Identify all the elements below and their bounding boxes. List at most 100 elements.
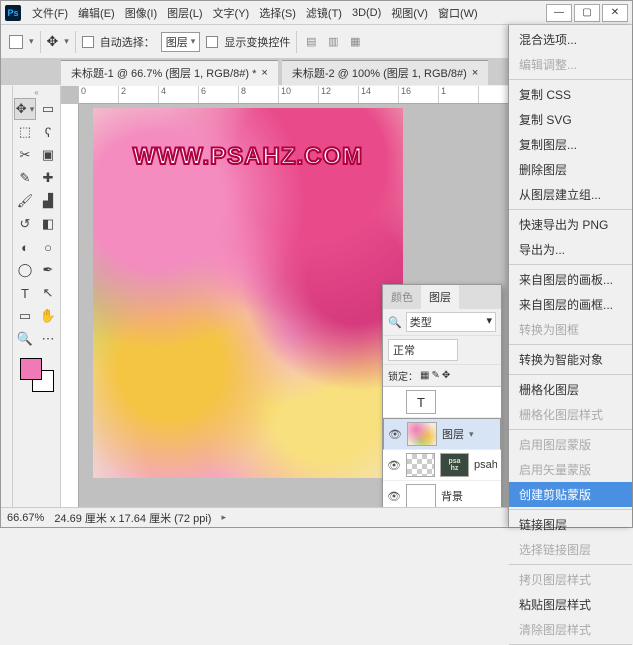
- visibility-icon[interactable]: 👁: [388, 428, 402, 441]
- history-brush-tool[interactable]: ↺: [14, 213, 36, 235]
- lock-row: 锁定：▦✎✥: [383, 365, 501, 387]
- ctx-duplicate-layer[interactable]: 复制图层...: [509, 132, 632, 157]
- layer-filter-type[interactable]: 类型▾: [406, 312, 496, 332]
- crop-tool[interactable]: ✂: [14, 144, 36, 166]
- menu-layer[interactable]: 图层(L): [162, 2, 207, 24]
- lock-pixels-icon[interactable]: ▦: [420, 370, 429, 381]
- stamp-tool[interactable]: ▟: [37, 190, 59, 212]
- menu-file[interactable]: 文件(F): [27, 2, 73, 24]
- canvas[interactable]: WWW.PSAHZ.COM: [93, 108, 403, 478]
- auto-select-target[interactable]: 图层: [161, 32, 201, 52]
- color-swatches[interactable]: [20, 358, 54, 392]
- ctx-select-linked: 选择链接图层: [509, 537, 632, 562]
- menu-image[interactable]: 图像(I): [120, 2, 162, 24]
- ctx-blend-options[interactable]: 混合选项...: [509, 27, 632, 52]
- layer-row-watercolor[interactable]: 👁 图层: [383, 418, 501, 450]
- visibility-icon[interactable]: 👁: [387, 490, 401, 503]
- artboard-tool[interactable]: ▭: [37, 98, 59, 120]
- ctx-artboard-from-layers[interactable]: 来自图层的画板...: [509, 267, 632, 292]
- path-tool[interactable]: ↖: [37, 282, 59, 304]
- ctx-export-as[interactable]: 导出为...: [509, 237, 632, 262]
- layer-thumb-text: T: [406, 390, 436, 414]
- ctx-paste-layer-style[interactable]: 粘贴图层样式: [509, 592, 632, 617]
- frame-tool[interactable]: ▣: [37, 144, 59, 166]
- watermark-text: WWW.PSAHZ.COM: [93, 143, 403, 171]
- menu-filter[interactable]: 滤镜(T): [301, 2, 347, 24]
- ctx-rasterize-style: 栅格化图层样式: [509, 402, 632, 427]
- layer-row-background[interactable]: 👁 背景: [383, 481, 501, 507]
- ctx-rasterize-layer[interactable]: 栅格化图层: [509, 377, 632, 402]
- layer-row-text[interactable]: T: [383, 387, 501, 418]
- align-icon-2[interactable]: ▥: [325, 34, 341, 50]
- menu-view[interactable]: 视图(V): [386, 2, 433, 24]
- auto-select-checkbox[interactable]: [82, 36, 94, 48]
- type-tool[interactable]: T: [14, 282, 36, 304]
- menu-edit[interactable]: 编辑(E): [73, 2, 120, 24]
- tool-preset[interactable]: [9, 35, 23, 49]
- align-icon[interactable]: ▤: [303, 34, 319, 50]
- ctx-convert-smart-object[interactable]: 转换为智能对象: [509, 347, 632, 372]
- gradient-tool[interactable]: ◐: [14, 236, 36, 258]
- shape-tool[interactable]: ▭: [14, 305, 36, 327]
- layer-thumb-bg: [406, 484, 436, 507]
- menu-3d[interactable]: 3D(D): [347, 4, 386, 22]
- show-transform-checkbox[interactable]: [206, 36, 218, 48]
- layers-panel: 颜色 图层 🔍 类型▾ 正常 锁定：▦✎✥ T 👁: [382, 284, 502, 507]
- eraser-tool[interactable]: ◧: [37, 213, 59, 235]
- healing-tool[interactable]: ✚: [37, 167, 59, 189]
- doc-tab-2[interactable]: 未标题-2 @ 100% (图层 1, RGB/8#)×: [282, 60, 488, 85]
- app-logo: Ps: [5, 5, 21, 21]
- doc-tab-1[interactable]: 未标题-1 @ 66.7% (图层 1, RGB/8#) *×: [61, 60, 278, 85]
- menu-window[interactable]: 窗口(W): [433, 2, 483, 24]
- eyedropper-tool[interactable]: ✎: [14, 167, 36, 189]
- close-icon[interactable]: ×: [261, 67, 267, 79]
- ctx-delete-layer[interactable]: 删除图层: [509, 157, 632, 182]
- pen-tool[interactable]: ✒: [37, 259, 59, 281]
- toolbox-collapse[interactable]: «: [16, 88, 58, 98]
- document-dimensions: 24.69 厘米 x 17.64 厘米 (72 ppi): [54, 510, 211, 526]
- close-icon[interactable]: ×: [472, 67, 478, 79]
- lasso-tool[interactable]: ʕ: [37, 121, 59, 143]
- panel-tab-color[interactable]: 颜色: [383, 285, 421, 309]
- brush-tool[interactable]: 🖌: [14, 190, 36, 212]
- ctx-copy-layer-style: 拷贝图层样式: [509, 567, 632, 592]
- lock-move-icon[interactable]: ✥: [442, 370, 450, 381]
- panel-tab-layers[interactable]: 图层: [421, 285, 459, 309]
- edit-toolbar[interactable]: ⋯: [37, 328, 59, 350]
- zoom-level[interactable]: 66.67%: [7, 512, 44, 524]
- ctx-copy-css[interactable]: 复制 CSS: [509, 82, 632, 107]
- align-icon-3[interactable]: ▦: [347, 34, 363, 50]
- lock-brush-icon[interactable]: ✎: [431, 370, 439, 381]
- ctx-convert-to-frame: 转换为图框: [509, 317, 632, 342]
- ctx-clear-layer-style: 清除图层样式: [509, 617, 632, 642]
- left-dock-strip: [1, 86, 13, 507]
- zoom-tool[interactable]: 🔍: [14, 328, 36, 350]
- blur-tool[interactable]: ○: [37, 236, 59, 258]
- ctx-create-clipping-mask[interactable]: 创建剪贴蒙版: [509, 482, 632, 507]
- ctx-copy-svg[interactable]: 复制 SVG: [509, 107, 632, 132]
- ruler-vertical: [61, 104, 79, 507]
- marquee-tool[interactable]: ⬚: [14, 121, 36, 143]
- ctx-frame-from-layers[interactable]: 来自图层的画框...: [509, 292, 632, 317]
- visibility-icon[interactable]: 👁: [387, 459, 401, 472]
- search-icon[interactable]: 🔍: [388, 316, 402, 329]
- blend-mode-select[interactable]: 正常: [388, 339, 458, 361]
- ctx-link-layers[interactable]: 链接图层: [509, 512, 632, 537]
- layer-context-menu: 混合选项...编辑调整... 复制 CSS复制 SVG复制图层...删除图层从图…: [508, 25, 632, 527]
- move-tool[interactable]: ✥: [14, 98, 36, 120]
- window-maximize[interactable]: ▢: [574, 4, 600, 22]
- layer-thumb-mask: [406, 453, 435, 477]
- dodge-tool[interactable]: ◯: [14, 259, 36, 281]
- window-minimize[interactable]: —: [546, 4, 572, 22]
- ctx-quick-export-png[interactable]: 快速导出为 PNG: [509, 212, 632, 237]
- menu-select[interactable]: 选择(S): [254, 2, 301, 24]
- layer-row-psahz[interactable]: 👁 psahz psah: [383, 450, 501, 481]
- menu-type[interactable]: 文字(Y): [208, 2, 255, 24]
- ctx-edit-adjustment: 编辑调整...: [509, 52, 632, 77]
- hand-tool[interactable]: ✋: [37, 305, 59, 327]
- ctx-group-from-layers[interactable]: 从图层建立组...: [509, 182, 632, 207]
- move-tool-icon: ✥: [47, 33, 59, 50]
- window-close[interactable]: ✕: [602, 4, 628, 22]
- status-flyout-icon[interactable]: ▸: [221, 512, 226, 523]
- foreground-color[interactable]: [20, 358, 42, 380]
